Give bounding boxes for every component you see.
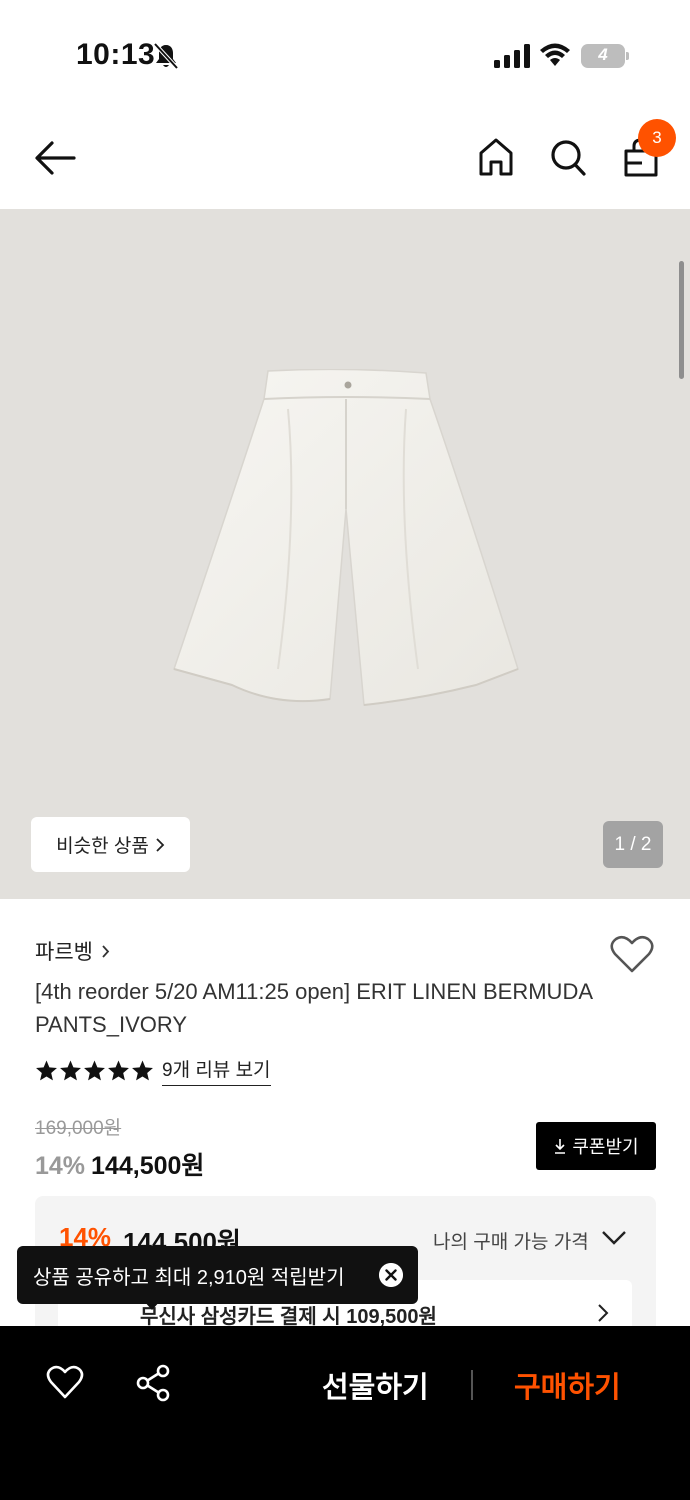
- star-rating: [35, 1059, 154, 1082]
- card-offer-text: 무신사 삼성카드 결제 시 109,500원: [140, 1306, 437, 1328]
- page-scrollbar[interactable]: [679, 261, 684, 379]
- chevron-right-icon: [102, 944, 110, 958]
- rating-row: 9개 리뷰 보기: [35, 1055, 271, 1086]
- coupon-button[interactable]: 쿠폰받기: [536, 1122, 656, 1170]
- star-icon: [36, 1059, 57, 1080]
- bell-slash-icon: [153, 42, 179, 70]
- original-price: 169,000원: [35, 1118, 122, 1139]
- battery-level: 4: [598, 45, 608, 64]
- heart-icon[interactable]: [46, 1364, 84, 1400]
- share-icon[interactable]: [135, 1364, 171, 1402]
- chevron-right-icon: [156, 837, 165, 852]
- sale-price-row: 14% 144,500원: [35, 1146, 204, 1182]
- buy-button[interactable]: 구매하기: [514, 1364, 621, 1406]
- product-image-carousel[interactable]: 비슷한 상품 1 / 2: [0, 209, 690, 899]
- home-icon[interactable]: [477, 137, 515, 177]
- star-icon: [60, 1059, 81, 1080]
- battery-indicator: 4: [581, 44, 629, 68]
- image-page-indicator: 1 / 2: [603, 821, 663, 868]
- app-header: 3: [0, 110, 690, 208]
- divider: [471, 1370, 473, 1400]
- share-reward-toast: 상품 공유하고 최대 2,910원 적립받기: [17, 1246, 418, 1304]
- toast-pointer: [143, 1300, 161, 1310]
- brand-name: 파르벵: [35, 941, 93, 964]
- cellular-signal-icon: [494, 44, 530, 68]
- similar-products-label: 비슷한 상품: [56, 836, 149, 857]
- status-time: 10:13: [76, 38, 156, 71]
- sale-price: 144,500원: [91, 1152, 205, 1180]
- star-icon: [108, 1059, 129, 1080]
- toast-text: 상품 공유하고 최대 2,910원 적립받기: [33, 1266, 345, 1289]
- search-icon[interactable]: [549, 137, 587, 177]
- download-icon: [555, 1139, 566, 1154]
- chevron-right-icon: [598, 1304, 609, 1322]
- star-icon: [132, 1059, 153, 1080]
- coupon-label: 쿠폰받기: [572, 1137, 639, 1157]
- bottom-action-bar: 선물하기 구매하기: [0, 1326, 690, 1500]
- cart-count-badge: 3: [638, 119, 676, 157]
- review-link[interactable]: 9개 리뷰 보기: [162, 1055, 271, 1086]
- product-image: [173, 369, 519, 706]
- brand-link[interactable]: 파르벵: [35, 936, 110, 966]
- star-icon: [84, 1059, 105, 1080]
- my-price-label: 나의 구매 가능 가격: [433, 1232, 589, 1253]
- similar-products-button[interactable]: 비슷한 상품: [31, 817, 190, 872]
- chevron-down-icon[interactable]: [601, 1230, 627, 1246]
- back-arrow-icon[interactable]: [34, 140, 76, 176]
- heart-wishlist-icon[interactable]: [610, 934, 654, 974]
- gift-button[interactable]: 선물하기: [322, 1364, 429, 1406]
- close-icon[interactable]: [379, 1263, 403, 1287]
- product-title: [4th reorder 5/20 AM11:25 open] ERIT LIN…: [35, 979, 592, 1037]
- wifi-icon: [540, 43, 570, 66]
- status-bar: 10:13 4: [0, 0, 690, 110]
- discount-percent: 14%: [35, 1152, 86, 1180]
